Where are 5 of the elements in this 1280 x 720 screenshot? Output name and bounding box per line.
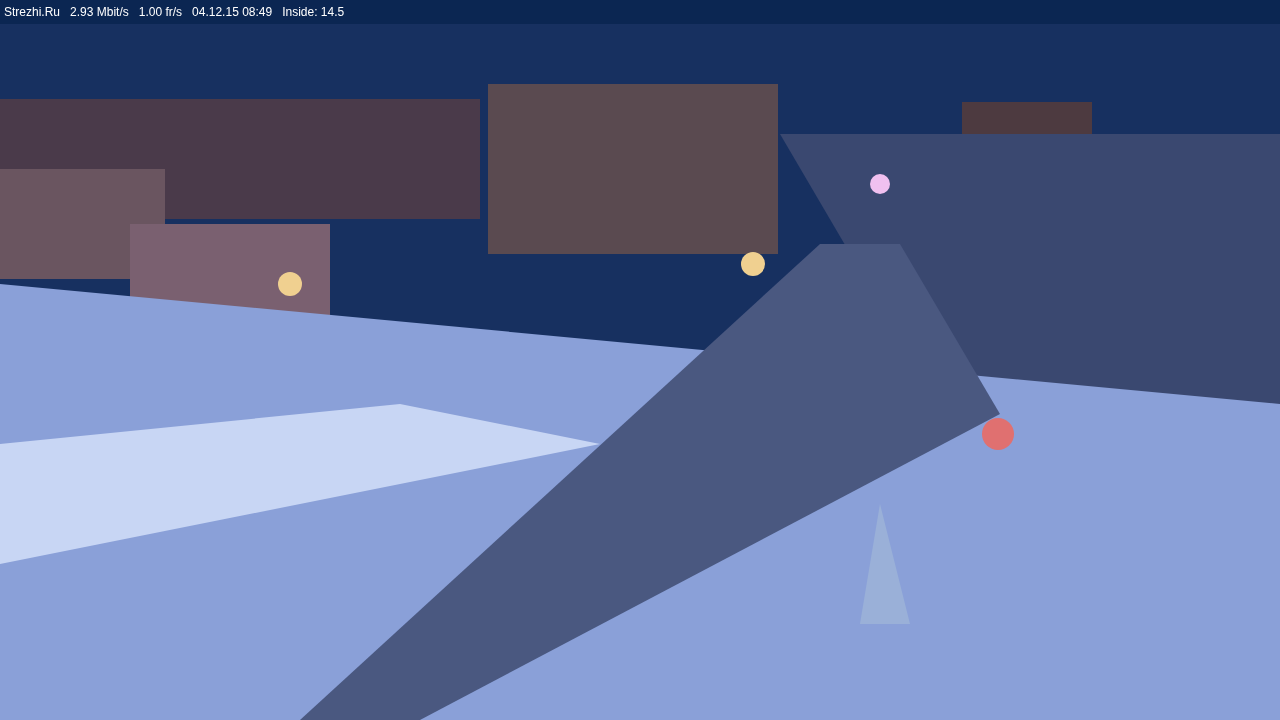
frame-rate-text: 1.00 fr/s (138, 5, 183, 19)
bitrate-text: 2.93 Mbit/s (70, 5, 129, 19)
site-name: Strezhi.Ru (4, 5, 61, 19)
inside-temperature-text: Inside: 14.5 (282, 5, 345, 19)
timestamp-text: 04.12.15 08:49 (192, 5, 273, 19)
